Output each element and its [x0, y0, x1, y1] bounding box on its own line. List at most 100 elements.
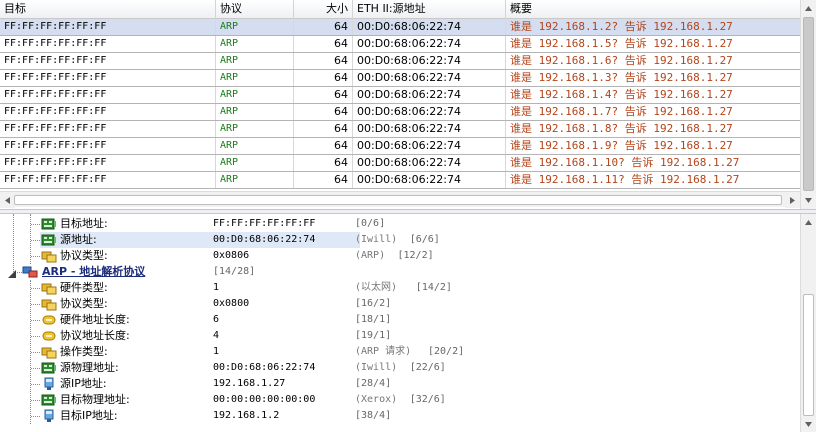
tree-field-row[interactable]: 协议地址长度: 4 [19/1]	[0, 328, 800, 344]
packet-row[interactable]: FF:FF:FF:FF:FF:FF ARP 64 00:D0:68:06:22:74 谁…	[0, 138, 800, 155]
packet-list[interactable]: 目标 协议 大小 ETH II:源地址 概要 FF:FF:FF:FF:FF:FF…	[0, 0, 816, 210]
row-summary: 谁是 192.168.1.9? 告诉 192.168.1.27	[510, 139, 733, 152]
row-protocol: ARP	[216, 155, 294, 171]
arrow-up-icon	[805, 219, 812, 225]
field-value: 0x0806	[213, 250, 250, 261]
row-size: 64	[294, 87, 353, 103]
column-header-protocol[interactable]: 协议	[216, 0, 294, 19]
tree-branch-line	[31, 320, 40, 321]
packet-detail-tree[interactable]: 目标地址: FF:FF:FF:FF:FF:FF [0/6] 源地址: 00:D0:68:…	[0, 214, 800, 432]
tree-branch-line	[31, 400, 40, 401]
tree-field-row[interactable]: 操作类型: 1 (ARP 请求) [20/2]	[0, 344, 800, 360]
field-label: 硬件地址长度:	[60, 313, 130, 326]
tree-branch-line	[31, 240, 40, 241]
row-source: 00:D0:68:06:22:74	[353, 155, 506, 171]
column-header-size[interactable]: 大小	[294, 0, 353, 19]
column-header-summary[interactable]: 概要	[506, 0, 800, 19]
tree-field-row[interactable]: 协议类型: 0x0800 [16/2]	[0, 296, 800, 312]
tree-branch-line	[31, 368, 40, 369]
field-icon	[41, 281, 57, 295]
row-size: 64	[294, 155, 353, 171]
field-description: (以太网)	[355, 282, 398, 293]
row-size: 64	[294, 19, 353, 35]
field-label: 操作类型:	[60, 345, 108, 358]
tree-scroll-down-button[interactable]	[801, 416, 816, 432]
field-byte-range: [32/6]	[409, 394, 446, 405]
detail-tree-vertical-scrollbar[interactable]	[800, 214, 816, 432]
packet-list-horizontal-scrollbar[interactable]	[0, 191, 800, 208]
row-size: 64	[294, 53, 353, 69]
tree-field-row[interactable]: 目标物理地址: 00:00:00:00:00:00 (Xerox) [32/6]	[0, 392, 800, 408]
row-size: 64	[294, 121, 353, 137]
row-summary: 谁是 192.168.1.11? 告诉 192.168.1.27	[510, 173, 740, 186]
field-byte-range: [20/2]	[428, 346, 465, 357]
tree-field-row[interactable]: 硬件地址长度: 6 [18/1]	[0, 312, 800, 328]
packet-row[interactable]: FF:FF:FF:FF:FF:FF ARP 64 00:D0:68:06:22:74 谁…	[0, 70, 800, 87]
packet-row[interactable]: FF:FF:FF:FF:FF:FF ARP 64 00:D0:68:06:22:74 谁…	[0, 121, 800, 138]
row-size: 64	[294, 70, 353, 86]
row-protocol: ARP	[216, 19, 294, 35]
packet-row[interactable]: FF:FF:FF:FF:FF:FF ARP 64 00:D0:68:06:22:74 谁…	[0, 172, 800, 189]
field-value: 192.168.1.2	[213, 410, 280, 421]
row-destination: FF:FF:FF:FF:FF:FF	[0, 36, 216, 52]
tree-field-row[interactable]: 目标地址: FF:FF:FF:FF:FF:FF [0/6]	[0, 216, 800, 232]
field-label: 目标地址:	[60, 217, 108, 230]
row-summary: 谁是 192.168.1.10? 告诉 192.168.1.27	[510, 156, 740, 169]
horizontal-scroll-thumb[interactable]	[14, 195, 782, 205]
row-protocol: ARP	[216, 87, 294, 103]
scroll-left-button[interactable]	[0, 192, 15, 208]
tree-scroll-up-button[interactable]	[801, 214, 816, 230]
length-icon	[41, 329, 57, 343]
field-description: (Iwill)	[355, 362, 398, 373]
packet-row[interactable]: FF:FF:FF:FF:FF:FF ARP 64 00:D0:68:06:22:74 谁…	[0, 53, 800, 70]
tree-field-row[interactable]: 目标IP地址: 192.168.1.2 [38/4]	[0, 408, 800, 424]
packet-row[interactable]: FF:FF:FF:FF:FF:FF ARP 64 00:D0:68:06:22:74 谁…	[0, 155, 800, 172]
field-value: 0x0800	[213, 298, 250, 309]
row-source: 00:D0:68:06:22:74	[353, 87, 506, 103]
tree-vertical-scroll-thumb[interactable]	[803, 294, 814, 416]
row-source: 00:D0:68:06:22:74	[353, 36, 506, 52]
row-protocol: ARP	[216, 36, 294, 52]
column-header-destination[interactable]: 目标	[0, 0, 216, 19]
row-destination: FF:FF:FF:FF:FF:FF	[0, 172, 216, 188]
field-byte-range: [0/6]	[355, 218, 386, 229]
arrow-down-icon	[805, 197, 812, 203]
section-byte-range: [14/28]	[213, 266, 256, 277]
arrow-down-icon	[805, 421, 812, 427]
field-label: 协议地址长度:	[60, 329, 130, 342]
packet-row[interactable]: FF:FF:FF:FF:FF:FF ARP 64 00:D0:68:06:22:74 谁…	[0, 87, 800, 104]
scroll-down-button[interactable]	[801, 192, 816, 208]
packet-row[interactable]: FF:FF:FF:FF:FF:FF ARP 64 00:D0:68:06:22:74 谁…	[0, 19, 800, 36]
mac-address-icon	[41, 233, 57, 247]
scroll-right-button[interactable]	[785, 192, 800, 208]
row-protocol: ARP	[216, 172, 294, 188]
tree-field-row[interactable]: 源地址: 00:D0:68:06:22:74 (Iwill) [6/6]	[0, 232, 800, 248]
tree-branch-line	[31, 336, 40, 337]
tree-field-row[interactable]: 源物理地址: 00:D0:68:06:22:74 (Iwill) [22/6]	[0, 360, 800, 376]
packet-row[interactable]: FF:FF:FF:FF:FF:FF ARP 64 00:D0:68:06:22:74 谁…	[0, 104, 800, 121]
tree-section-arp[interactable]: ARP - 地址解析协议 [14/28]	[0, 264, 800, 280]
tree-field-row[interactable]: 硬件类型: 1 (以太网) [14/2]	[0, 280, 800, 296]
row-source: 00:D0:68:06:22:74	[353, 104, 506, 120]
row-destination: FF:FF:FF:FF:FF:FF	[0, 70, 216, 86]
mac-address-icon	[41, 217, 57, 231]
packet-row[interactable]: FF:FF:FF:FF:FF:FF ARP 64 00:D0:68:06:22:74 谁…	[0, 36, 800, 53]
field-description: (ARP 请求)	[355, 346, 412, 357]
row-protocol: ARP	[216, 121, 294, 137]
tree-field-row[interactable]: 源IP地址: 192.168.1.27 [28/4]	[0, 376, 800, 392]
vertical-scroll-thumb[interactable]	[803, 17, 814, 191]
field-label: 源物理地址:	[60, 361, 119, 374]
tree-branch-line	[31, 288, 40, 289]
field-label: 源IP地址:	[60, 377, 107, 390]
field-byte-range: [14/2]	[415, 282, 452, 293]
packet-list-vertical-scrollbar[interactable]	[800, 0, 816, 210]
row-protocol: ARP	[216, 138, 294, 154]
column-header-source[interactable]: ETH II:源地址	[353, 0, 506, 19]
field-byte-range: [28/4]	[355, 378, 392, 389]
scroll-up-button[interactable]	[801, 0, 816, 16]
row-destination: FF:FF:FF:FF:FF:FF	[0, 53, 216, 69]
tree-field-row[interactable]: 协议类型: 0x0806 (ARP) [12/2]	[0, 248, 800, 264]
row-destination: FF:FF:FF:FF:FF:FF	[0, 104, 216, 120]
field-value: 00:D0:68:06:22:74	[213, 362, 316, 373]
mac-address-icon	[41, 393, 57, 407]
